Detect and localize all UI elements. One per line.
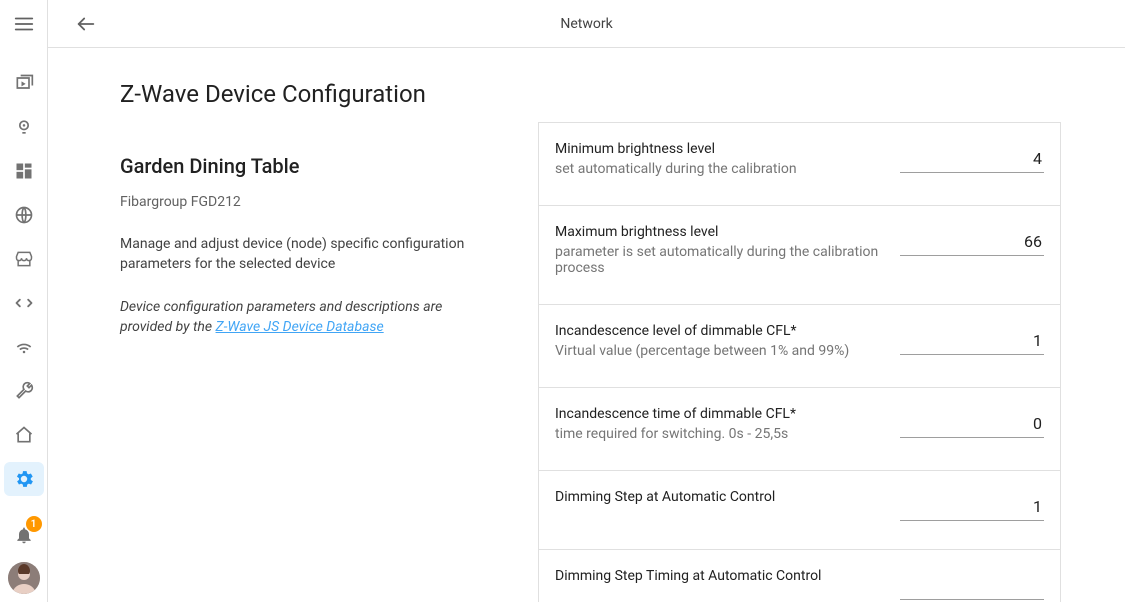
config-label: Incandescence time of dimmable CFL* bbox=[555, 406, 880, 422]
gear-icon bbox=[13, 468, 35, 490]
sidebar-item-automation[interactable] bbox=[4, 110, 44, 144]
config-label: Maximum brightness level bbox=[555, 224, 880, 240]
config-row: Minimum brightness level set automatical… bbox=[539, 123, 1060, 206]
config-sub: Virtual value (percentage between 1% and… bbox=[555, 343, 880, 359]
sidebar-item-browser[interactable] bbox=[4, 198, 44, 232]
page-title: Z-Wave Device Configuration bbox=[120, 80, 490, 108]
content: Network Z-Wave Device Configuration Gard… bbox=[48, 0, 1125, 602]
bulb-gear-icon bbox=[14, 117, 34, 137]
config-input-max-brightness[interactable] bbox=[900, 230, 1044, 256]
config-input-dimming-step-timing[interactable] bbox=[900, 574, 1044, 600]
globe-icon bbox=[14, 205, 34, 225]
hamburger-icon bbox=[13, 13, 35, 35]
topbar: Network bbox=[48, 0, 1125, 48]
config-sub: parameter is set automatically during th… bbox=[555, 244, 880, 276]
dashboard-icon bbox=[14, 161, 34, 181]
sidebar-item-code[interactable] bbox=[4, 286, 44, 320]
media-library-icon bbox=[14, 73, 34, 93]
config-row: Dimming Step at Automatic Control bbox=[539, 471, 1060, 550]
notifications-button[interactable]: 1 bbox=[4, 518, 44, 552]
config-input-incandescence-time[interactable] bbox=[900, 412, 1044, 438]
topbar-title: Network bbox=[560, 16, 612, 32]
config-row: Incandescence level of dimmable CFL* Vir… bbox=[539, 305, 1060, 388]
device-info-pane: Z-Wave Device Configuration Garden Dinin… bbox=[120, 80, 490, 337]
config-row: Maximum brightness level parameter is se… bbox=[539, 206, 1060, 305]
config-label: Dimming Step at Automatic Control bbox=[555, 489, 880, 505]
back-button[interactable] bbox=[66, 4, 106, 44]
sidebar: 1 bbox=[0, 0, 48, 602]
sidebar-item-tools[interactable] bbox=[4, 374, 44, 408]
config-sub: time required for switching. 0s - 25,5s bbox=[555, 426, 880, 442]
signal-icon bbox=[14, 337, 34, 357]
wrench-icon bbox=[14, 381, 34, 401]
arrow-left-icon bbox=[75, 13, 97, 35]
menu-toggle-button[interactable] bbox=[4, 4, 44, 44]
device-name: Garden Dining Table bbox=[120, 154, 490, 178]
config-row: Incandescence time of dimmable CFL* time… bbox=[539, 388, 1060, 471]
sidebar-item-media[interactable] bbox=[4, 66, 44, 100]
config-input-dimming-step-auto[interactable] bbox=[900, 495, 1044, 521]
config-label: Dimming Step Timing at Automatic Control bbox=[555, 568, 880, 584]
config-label: Incandescence level of dimmable CFL* bbox=[555, 323, 880, 339]
store-icon bbox=[14, 249, 34, 269]
sidebar-item-dashboard[interactable] bbox=[4, 154, 44, 188]
config-sub: set automatically during the calibration bbox=[555, 161, 880, 177]
device-description: Manage and adjust device (node) specific… bbox=[120, 234, 490, 275]
user-avatar[interactable] bbox=[8, 562, 40, 594]
config-card: Minimum brightness level set automatical… bbox=[538, 122, 1061, 602]
sidebar-item-home[interactable] bbox=[4, 418, 44, 452]
config-input-min-brightness[interactable] bbox=[900, 147, 1044, 173]
sidebar-item-hacs[interactable] bbox=[4, 242, 44, 276]
sidebar-nav bbox=[4, 66, 44, 518]
sidebar-item-network[interactable] bbox=[4, 330, 44, 364]
device-model: Fibargroup FGD212 bbox=[120, 194, 490, 210]
avatar-icon bbox=[8, 562, 40, 594]
config-row: Dimming Step Timing at Automatic Control bbox=[539, 550, 1060, 602]
device-database-link[interactable]: Z-Wave JS Device Database bbox=[216, 319, 384, 335]
home-icon bbox=[14, 425, 34, 445]
device-note: Device configuration parameters and desc… bbox=[120, 297, 490, 338]
notification-badge: 1 bbox=[26, 516, 42, 532]
code-icon bbox=[14, 293, 34, 313]
config-input-incandescence-level[interactable] bbox=[900, 329, 1044, 355]
sidebar-item-settings[interactable] bbox=[4, 462, 44, 496]
config-label: Minimum brightness level bbox=[555, 141, 880, 157]
